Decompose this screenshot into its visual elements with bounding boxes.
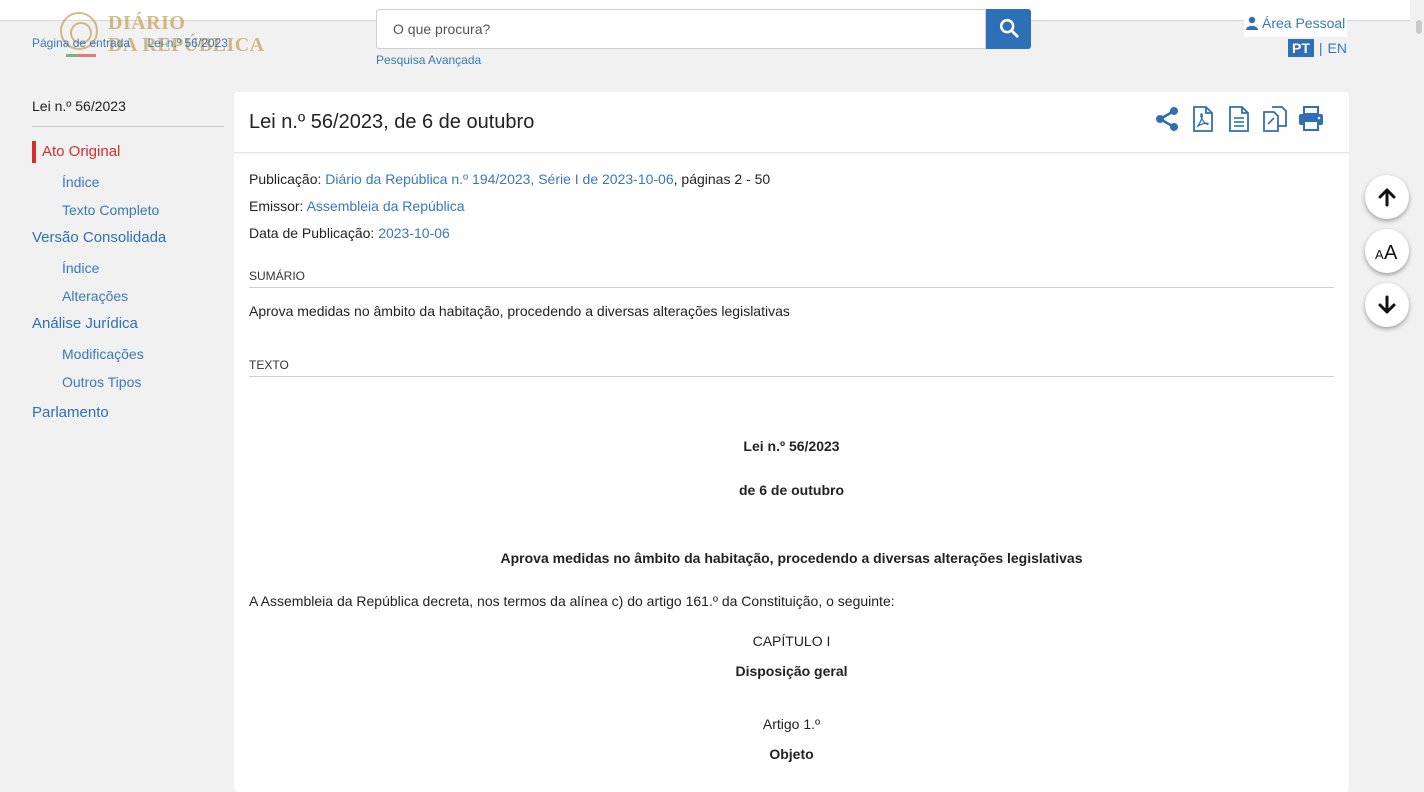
meta-emissor: Emissor: Assembleia da República [249, 198, 465, 214]
sidebar-item-indice[interactable]: Índice [32, 168, 224, 196]
search-button[interactable] [986, 9, 1031, 49]
font-size-icon: AA [1375, 242, 1398, 262]
search-bar [376, 9, 1031, 49]
body-law-title: Lei n.º 56/2023 [743, 438, 840, 454]
breadcrumb-home[interactable]: Página de entrada [32, 36, 130, 50]
sumario-text: Aprova medidas no âmbito da habitação, p… [249, 303, 790, 319]
document-panel: Lei n.º 56/2023, de 6 de outubro Publica… [234, 92, 1349, 792]
body-article: Artigo 1.º [762, 716, 821, 732]
sidebar-item-modificacoes[interactable]: Modificações [32, 340, 224, 368]
data-link[interactable]: 2023-10-06 [378, 225, 450, 241]
scrollbar[interactable] [1414, 0, 1424, 753]
user-icon [1246, 16, 1258, 30]
meta-data-publicacao: Data de Publicação: 2023-10-06 [249, 225, 450, 241]
search-input[interactable] [376, 9, 986, 49]
document-title: Lei n.º 56/2023, de 6 de outubro [249, 111, 535, 133]
sidebar-item-alteracoes[interactable]: Alterações [32, 282, 224, 310]
lang-en[interactable]: EN [1328, 40, 1347, 56]
search-icon [999, 18, 1019, 38]
body-chapter: CAPÍTULO I [752, 633, 831, 649]
svg-text:A: A [1375, 247, 1384, 262]
sidebar-title: Lei n.º 56/2023 [32, 92, 224, 127]
share-icon[interactable] [1153, 105, 1181, 133]
publicacao-pages: , páginas 2 - 50 [673, 171, 771, 187]
sidebar-item-ato-original[interactable]: Ato Original [32, 141, 224, 163]
svg-text:A: A [1384, 242, 1398, 262]
copy-icon[interactable] [1261, 105, 1289, 133]
personal-area-link[interactable]: Área Pessoal [1244, 13, 1348, 37]
breadcrumb-current[interactable]: Lei n.º 56/2023 [147, 36, 227, 50]
scrollbar-thumb[interactable] [1416, 20, 1422, 34]
emissor-link[interactable]: Assembleia da República [307, 198, 465, 214]
arrow-up-icon [1378, 188, 1396, 207]
sidebar-item-analise-juridica[interactable]: Análise Jurídica [32, 313, 224, 335]
arrow-down-icon [1378, 295, 1396, 314]
body-subject: Aprova medidas no âmbito da habitação, p… [500, 550, 1083, 566]
logo-line1: DIÁRIO [108, 12, 186, 34]
sidebar-item-indice-consolidada[interactable]: Índice [32, 254, 224, 282]
sidebar-item-versao-consolidada[interactable]: Versão Consolidada [32, 227, 224, 249]
flag-stripe [66, 54, 96, 57]
body-chapter-title: Disposição geral [735, 663, 848, 679]
publicacao-link[interactable]: Diário da República n.º 194/2023, Série … [325, 171, 673, 187]
document-icon[interactable] [1225, 105, 1253, 133]
print-icon[interactable] [1297, 105, 1325, 133]
personal-area-label: Área Pessoal [1262, 15, 1346, 31]
breadcrumb: Página de entrada Lei n.º 56/2023 [32, 36, 242, 50]
logo[interactable]: DIÁRIO DA REPÚBLICA [60, 10, 280, 60]
sidebar-item-outros-tipos[interactable]: Outros Tipos [32, 368, 224, 396]
body-article-title: Objeto [769, 746, 814, 762]
scroll-bottom-button[interactable] [1365, 283, 1409, 327]
texto-heading: TEXTO [249, 358, 1334, 377]
emissor-label: Emissor: [249, 198, 304, 214]
pdf-icon[interactable] [1189, 105, 1217, 133]
lang-pt[interactable]: PT [1288, 39, 1314, 57]
language-switcher: PT | EN [1288, 39, 1347, 57]
body-preamble: A Assembleia da República decreta, nos t… [249, 593, 895, 609]
sidebar-item-parlamento[interactable]: Parlamento [32, 402, 224, 424]
meta-publicacao: Publicação: Diário da República n.º 194/… [249, 171, 770, 187]
sidebar: Lei n.º 56/2023 Ato Original Índice Text… [32, 92, 224, 424]
publicacao-label: Publicação: [249, 171, 322, 187]
sidebar-item-texto-completo[interactable]: Texto Completo [32, 196, 224, 224]
lang-separator: | [1318, 40, 1323, 56]
data-label: Data de Publicação: [249, 225, 375, 241]
document-toolbar [1145, 105, 1325, 133]
document-header: Lei n.º 56/2023, de 6 de outubro [234, 92, 1349, 153]
body-date: de 6 de outubro [739, 482, 844, 498]
sumario-heading: SUMÁRIO [249, 269, 1334, 288]
font-size-button[interactable]: AA [1365, 229, 1409, 273]
scroll-top-button[interactable] [1365, 175, 1409, 219]
advanced-search-link[interactable]: Pesquisa Avançada [376, 53, 481, 67]
